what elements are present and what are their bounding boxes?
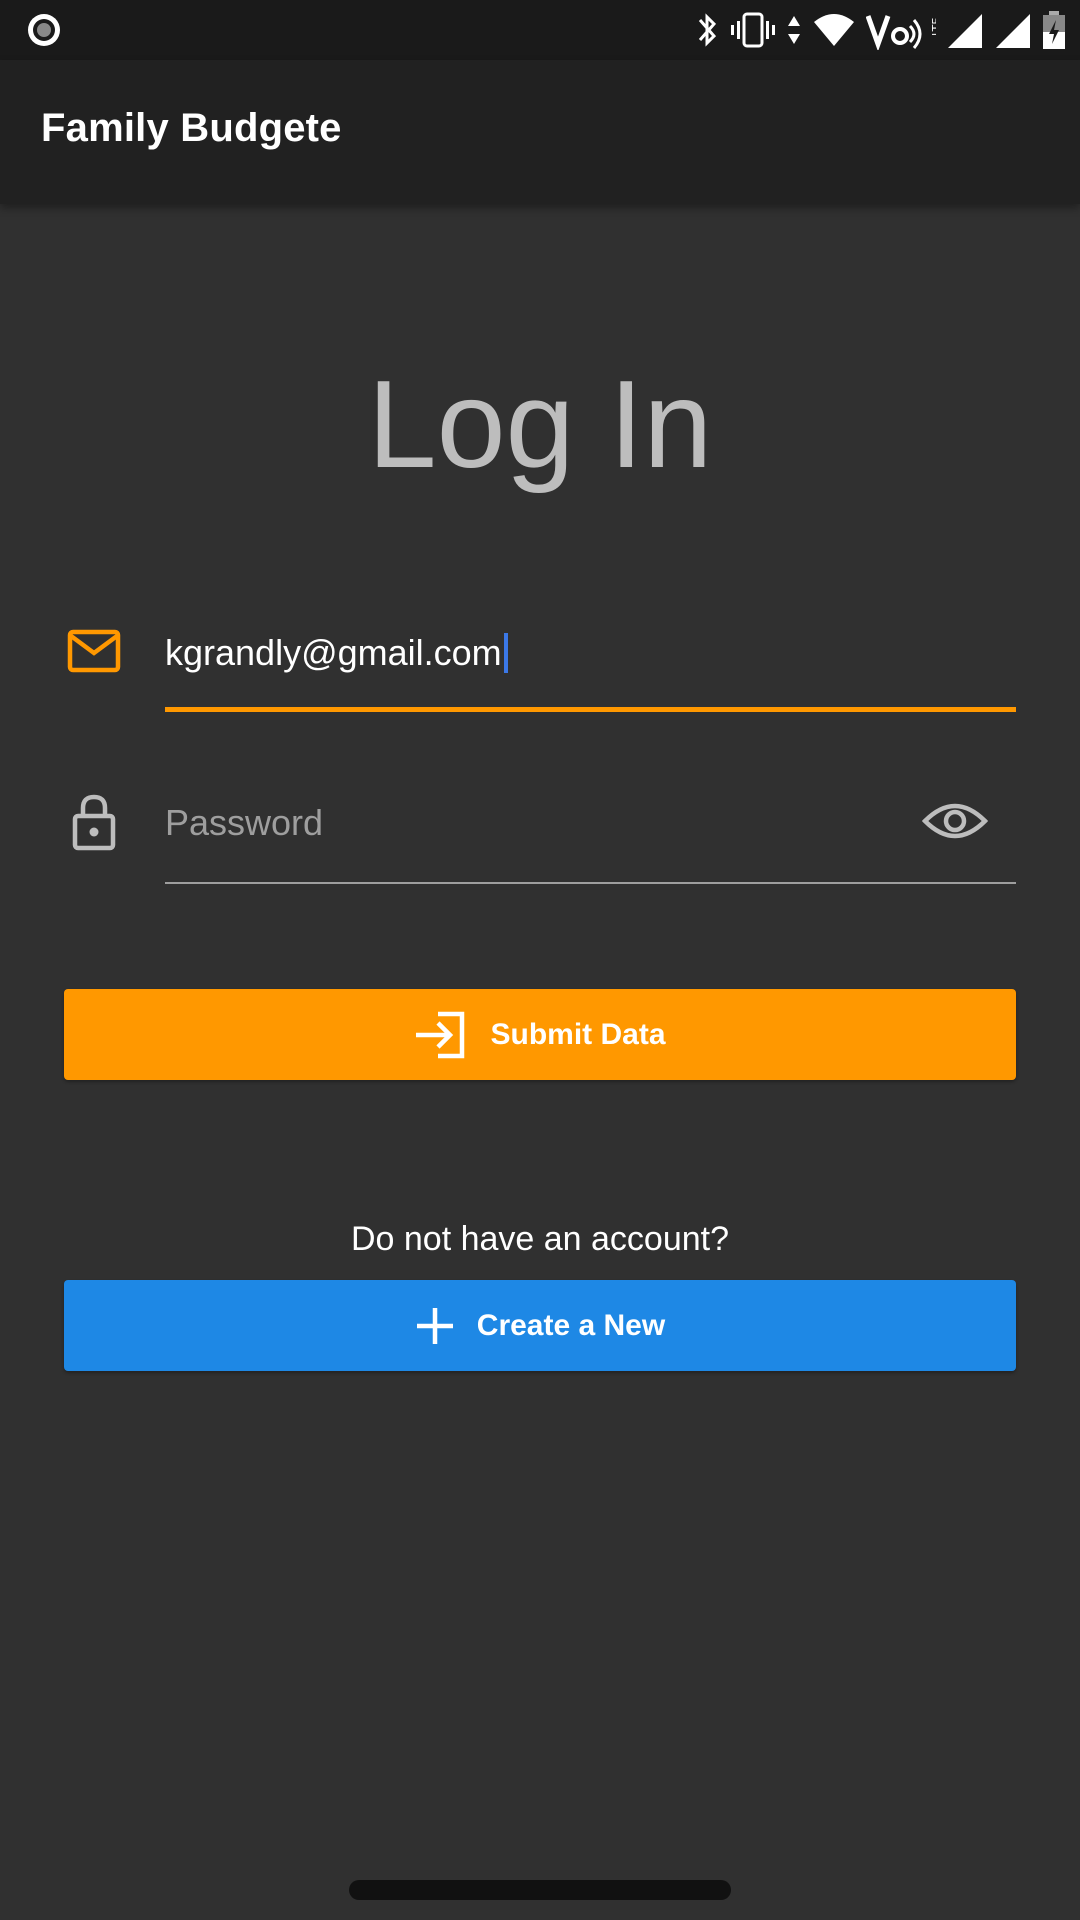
volte-icon: LTE xyxy=(866,15,936,50)
email-value: kgrandly@gmail.com xyxy=(165,632,502,673)
battery-icon xyxy=(1043,11,1065,49)
password-placeholder: Password xyxy=(165,802,324,843)
app-bar: Family Budgete xyxy=(0,60,1080,204)
screen-record-icon xyxy=(28,14,60,46)
email-underline xyxy=(165,707,1016,712)
text-cursor xyxy=(503,633,508,674)
status-bar: LTE xyxy=(0,0,1080,60)
password-underline xyxy=(165,882,1016,884)
create-label: Create a New xyxy=(476,1308,666,1342)
signal-icon-2 xyxy=(996,14,1030,48)
create-account-button[interactable]: Create a New xyxy=(64,1280,1016,1371)
status-icons: LTE xyxy=(694,8,1066,52)
email-field[interactable]: kgrandly@gmail.com xyxy=(165,620,1015,686)
no-account-text: Do not have an account? xyxy=(350,1220,730,1258)
app-title: Family Budgete xyxy=(41,106,342,150)
submit-button[interactable]: Submit Data xyxy=(64,989,1016,1080)
data-arrows-icon xyxy=(788,16,800,44)
vibrate-icon xyxy=(731,12,775,48)
mail-icon xyxy=(67,629,121,673)
bluetooth-icon xyxy=(698,13,717,47)
svg-text:LTE: LTE xyxy=(930,18,936,36)
password-field[interactable]: Password xyxy=(165,790,865,856)
eye-icon[interactable] xyxy=(922,796,988,846)
plus-icon xyxy=(416,1307,453,1344)
login-arrow-icon xyxy=(416,1011,465,1058)
lock-icon xyxy=(72,794,116,851)
wifi-icon xyxy=(814,14,854,46)
submit-label: Submit Data xyxy=(490,1017,666,1051)
login-screen: LTE Family Budgete Log In kgrandly@gmail… xyxy=(0,0,1080,1920)
page-title: Log In xyxy=(367,356,713,494)
home-indicator[interactable] xyxy=(349,1880,731,1900)
signal-icon-1 xyxy=(948,14,982,48)
